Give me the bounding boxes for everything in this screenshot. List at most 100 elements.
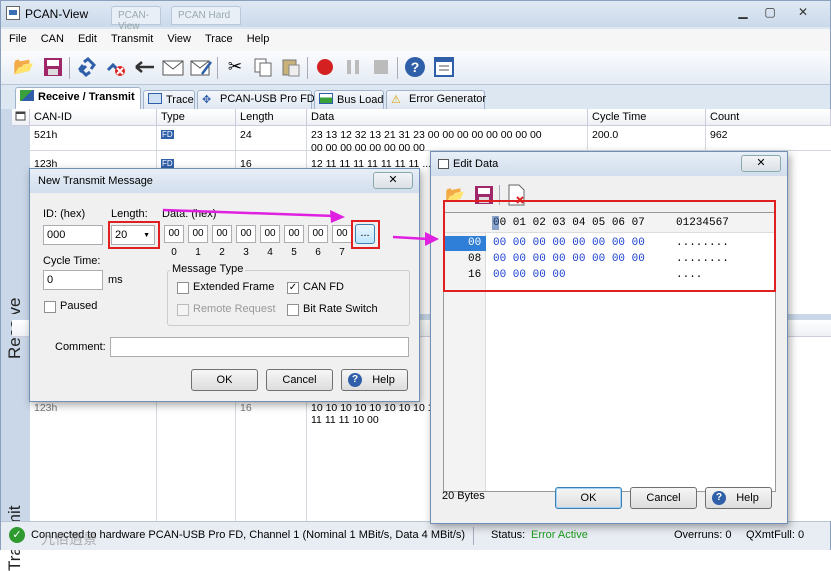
help-button[interactable]: ?Help — [705, 487, 772, 509]
taskbar-ghost-tab: PCAN-View — [111, 6, 161, 25]
message-type-group — [167, 270, 410, 326]
pause-icon[interactable] — [341, 55, 365, 79]
maximize-icon[interactable]: ▢ — [758, 4, 782, 21]
remote-request-label: Remote Request — [193, 303, 276, 315]
menu-edit[interactable]: Edit — [70, 29, 103, 45]
remote-request-checkbox[interactable] — [177, 304, 189, 316]
link-icon[interactable] — [75, 55, 99, 79]
close-button[interactable]: ✕ — [373, 172, 413, 189]
status-bar: ✓ Connected to hardware PCAN-USB Pro FD,… — [1, 521, 830, 550]
length-cell: 24 — [240, 129, 252, 141]
column-header[interactable]: Cycle Time — [588, 109, 706, 126]
paused-label: Paused — [60, 300, 97, 312]
minimize-icon[interactable]: ▁ — [731, 4, 755, 21]
length-cell: 16 — [240, 402, 252, 414]
paste-icon[interactable] — [279, 55, 303, 79]
data-byte-input[interactable]: 00 — [164, 225, 184, 243]
tab-error-generator[interactable]: ⚠Error Generator — [386, 90, 485, 109]
extended-frame-label: Extended Frame — [193, 281, 274, 293]
tab-label: Receive / Transmit — [38, 91, 135, 103]
help-icon: ? — [712, 491, 726, 505]
window-title: PCAN-View — [25, 7, 88, 21]
column-header[interactable]: CAN-ID — [30, 109, 157, 126]
menu-help[interactable]: Help — [239, 29, 276, 45]
app-icon — [6, 6, 20, 20]
menu-trace[interactable]: Trace — [197, 29, 239, 45]
highlight-box — [443, 200, 776, 292]
data-cell: 10 10 10 10 10 10 10 10 10 — [311, 402, 439, 414]
highlight-box — [108, 221, 160, 249]
can-fd-checkbox[interactable]: ✓ — [287, 282, 299, 294]
tab-pcan-usb-pro-fd[interactable]: ✥PCAN-USB Pro FD — [197, 90, 312, 109]
byte-count: 20 Bytes — [442, 490, 485, 502]
envelope-icon[interactable] — [161, 55, 185, 79]
trace-icon — [148, 93, 162, 104]
byte-index: 4 — [260, 247, 280, 258]
data-byte-input[interactable]: 00 — [284, 225, 304, 243]
stop-icon[interactable] — [369, 55, 393, 79]
cycle-time-input[interactable]: 0 — [43, 270, 103, 290]
cycle-time-cell: 200.0 — [592, 129, 618, 141]
dialog-title-bar: Edit Data — [431, 152, 787, 176]
id-label: ID: (hex) — [43, 208, 85, 220]
close-button[interactable]: ✕ — [741, 155, 781, 172]
menu-view[interactable]: View — [159, 29, 197, 45]
edit-data-dialog: Edit Data ✕ 📂 00 01 02 03 04 05 06 07 01… — [430, 151, 788, 524]
record-icon[interactable] — [313, 55, 337, 79]
receive-transmit-icon — [20, 90, 34, 101]
menu-file[interactable]: File — [1, 29, 33, 45]
copy-icon[interactable] — [251, 55, 275, 79]
bit-rate-switch-label: Bit Rate Switch — [303, 303, 378, 315]
data-byte-input[interactable]: 00 — [188, 225, 208, 243]
data-byte-input[interactable]: 00 — [332, 225, 352, 243]
ok-button[interactable]: OK — [191, 369, 258, 391]
close-icon[interactable]: ✕ — [791, 4, 815, 21]
ok-button[interactable]: OK — [555, 487, 622, 509]
menu-bar: FileCANEditTransmitViewTraceHelp — [1, 29, 830, 51]
menu-can[interactable]: CAN — [33, 29, 70, 45]
column-header[interactable]: Count — [706, 109, 831, 126]
data-byte-input[interactable]: 00 — [260, 225, 280, 243]
tab-bus-load[interactable]: Bus Load — [314, 90, 384, 109]
tab-receive-transmit[interactable]: Receive / Transmit — [15, 87, 141, 109]
byte-index: 6 — [308, 247, 328, 258]
title-bar: PCAN-View PCAN-View PCAN Hard ▁ ▢ ✕ — [1, 1, 830, 27]
id-input[interactable]: 000 — [43, 225, 103, 245]
column-header[interactable]: Length — [236, 109, 307, 126]
byte-index: 5 — [284, 247, 304, 258]
taskbar-ghost-tab: PCAN Hard — [171, 6, 241, 25]
svg-text:?: ? — [411, 59, 420, 75]
back-arrow-icon[interactable] — [133, 55, 157, 79]
column-header[interactable]: Data — [307, 109, 588, 126]
save-icon[interactable] — [41, 55, 65, 79]
tab-label: PCAN-USB Pro FD — [220, 93, 315, 105]
bit-rate-switch-checkbox[interactable] — [287, 304, 299, 316]
comment-input[interactable] — [110, 337, 409, 357]
tab-label: Error Generator — [409, 93, 486, 105]
envelope-edit-icon[interactable] — [189, 55, 213, 79]
cut-icon[interactable]: ✂ — [223, 55, 247, 79]
properties-icon[interactable] — [432, 55, 456, 79]
cycle-unit: ms — [108, 274, 123, 286]
data-byte-input[interactable]: 00 — [212, 225, 232, 243]
data-byte-input[interactable]: 00 — [236, 225, 256, 243]
help-icon: ? — [348, 373, 362, 387]
help-icon[interactable]: ? — [403, 55, 427, 79]
data-byte-input[interactable]: 00 — [308, 225, 328, 243]
cycle-time-label: Cycle Time: — [43, 255, 100, 267]
dialog-title: New Transmit Message — [38, 175, 153, 187]
extended-frame-checkbox[interactable] — [177, 282, 189, 294]
disconnect-icon[interactable] — [104, 55, 128, 79]
watermark: 九佰逍景 — [41, 529, 97, 549]
cancel-button[interactable]: Cancel — [630, 487, 697, 509]
help-button[interactable]: ?Help — [341, 369, 408, 391]
column-header[interactable]: Type — [157, 109, 236, 126]
menu-transmit[interactable]: Transmit — [103, 29, 159, 45]
byte-index: 7 — [332, 247, 352, 258]
can-fd-label: CAN FD — [303, 281, 344, 293]
data-cell: 23 13 12 32 13 21 31 23 00 00 00 00 00 0… — [311, 129, 542, 141]
tab-trace[interactable]: Trace — [143, 90, 195, 109]
paused-checkbox[interactable] — [44, 301, 56, 313]
connect-folder-icon[interactable]: 📂 — [12, 55, 36, 79]
cancel-button[interactable]: Cancel — [266, 369, 333, 391]
